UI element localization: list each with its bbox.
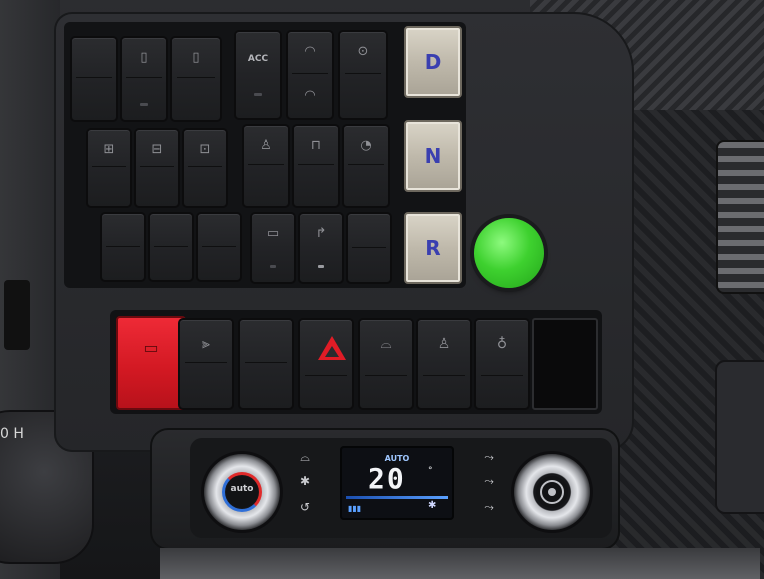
truck-icon: ▭ — [266, 226, 280, 241]
door-icon: ▯ — [192, 50, 200, 65]
beacon-switch[interactable]: ♁ — [474, 318, 530, 410]
temperature-knob[interactable]: auto — [204, 454, 280, 530]
display-snowflake-icon: ✱ — [428, 500, 437, 511]
suspension-icon: ⊟ — [151, 142, 163, 157]
fan-speed-knob[interactable] — [514, 454, 590, 530]
dashboard-scene: 0 H ▯ ▯ ⊞ ⊟ ⊡ ACC ◠ ◠ ⊙ ♙ ⊓ ◔ ▭ ↱ D N R ▭… — [0, 0, 764, 579]
switch-g2-r2c1[interactable]: ♙ — [242, 124, 290, 208]
switch-r2c3[interactable]: ⊡ — [182, 128, 228, 208]
seat-icon: ♙ — [260, 138, 272, 153]
green-push-button[interactable] — [474, 218, 544, 288]
fan-level-bar — [346, 496, 448, 499]
switch-g2-r3c1[interactable]: ▭ — [250, 212, 296, 284]
windscreen-heat-switch[interactable]: ⌓ — [358, 318, 414, 410]
switch-r2c2[interactable]: ⊟ — [134, 128, 180, 208]
fog-light-icon: ⫸ — [202, 336, 210, 352]
hazard-switch[interactable] — [298, 318, 354, 410]
pto-icon: ↱ — [315, 226, 327, 241]
switch-r3c2[interactable] — [148, 212, 194, 282]
beacon-icon: ♁ — [496, 336, 508, 352]
defrost-icon[interactable]: ⌓ — [296, 450, 314, 465]
switch-r1c1[interactable] — [70, 36, 118, 122]
gear-reverse-button[interactable]: R — [404, 212, 462, 284]
climate-display: AUTO 20 ° ▮▮▮ ✱ — [340, 446, 454, 520]
switch-r1c3[interactable]: ▯ — [170, 36, 222, 122]
speed-limiter-switch[interactable]: ◠ ◠ — [286, 30, 334, 120]
lock-icon: ▯ — [140, 50, 148, 65]
brake-switch[interactable]: ⊙ — [338, 30, 388, 120]
vehicle-icon: ◔ — [360, 138, 372, 153]
seat-heat-switch[interactable]: ♙ — [416, 318, 472, 410]
light-knob-label: 0 H — [0, 426, 24, 442]
switch-r3c1[interactable] — [100, 212, 146, 282]
airflow-feet-icon[interactable]: ⤳ — [480, 474, 498, 489]
seat-heat-icon: ♙ — [437, 336, 451, 352]
blank-switch[interactable] — [238, 318, 294, 410]
gauge-icon-lower: ◠ — [304, 88, 316, 103]
windscreen-icon: ⌓ — [380, 336, 392, 352]
switch-g2-r3c3[interactable] — [346, 212, 392, 284]
switch-g2-r2c3[interactable]: ◔ — [342, 124, 390, 208]
acc-switch[interactable]: ACC — [234, 30, 282, 120]
gear-neutral-button[interactable]: N — [404, 120, 462, 192]
fan-bars-icon: ▮▮▮ — [348, 504, 362, 513]
airflow-face-icon[interactable]: ⤳ — [480, 450, 498, 465]
switch-g2-r3c2[interactable]: ↱ — [298, 212, 344, 284]
fog-light-switch[interactable]: ⫸ — [178, 318, 234, 410]
lower-console — [160, 548, 760, 579]
axle-icon: ⊞ — [103, 142, 115, 157]
recirculation-icon[interactable]: ↺ — [296, 500, 314, 514]
ac-snowflake-icon[interactable]: ✱ — [296, 474, 314, 488]
gear-drive-button[interactable]: D — [404, 26, 462, 98]
brake-icon: ⊙ — [357, 44, 369, 59]
airflow-floor-icon[interactable]: ⤳ — [480, 500, 498, 515]
gauge-icon: ◠ — [304, 44, 316, 59]
fan-icon — [540, 480, 564, 504]
switch-g2-r2c2[interactable]: ⊓ — [292, 124, 340, 208]
empty-switch-slot — [532, 318, 598, 410]
switch-r1c2[interactable]: ▯ — [120, 36, 168, 122]
switch-r2c1[interactable]: ⊞ — [86, 128, 132, 208]
switch-r3c3[interactable] — [196, 212, 242, 282]
left-slot — [4, 280, 30, 350]
diff-lock-icon: ⊓ — [310, 138, 322, 153]
trailer-icon: ⊡ — [199, 142, 211, 157]
air-vent[interactable] — [716, 140, 764, 294]
battery-icon: ▭ — [143, 338, 159, 357]
battery-isolator-switch[interactable]: ▭ — [116, 316, 186, 410]
right-side-panel — [715, 360, 764, 514]
